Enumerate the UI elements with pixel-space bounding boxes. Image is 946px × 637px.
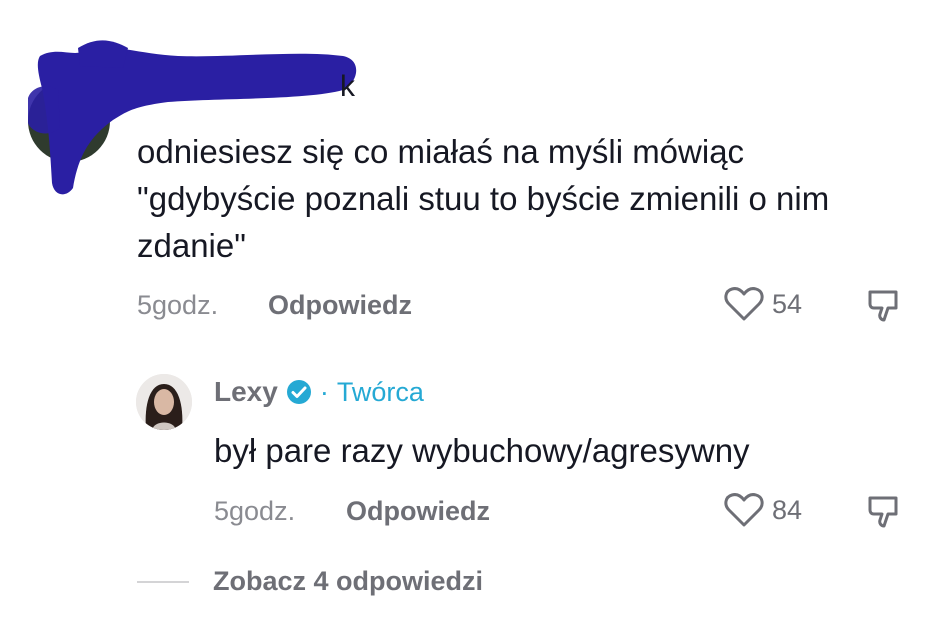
svg-text:k: k bbox=[340, 70, 356, 103]
reply-timestamp: 5godz. bbox=[214, 496, 296, 526]
comment-text: odniesiesz się co miałaś na myśli mówiąc… bbox=[137, 133, 830, 264]
reply-button[interactable]: Odpowiedz bbox=[268, 290, 412, 321]
reply-text: był pare razy wybuchowy/agresywny bbox=[214, 432, 750, 469]
creator-label: Twórca bbox=[336, 376, 424, 407]
view-replies-button[interactable]: Zobacz 4 odpowiedzi bbox=[137, 566, 483, 597]
verified-badge-icon bbox=[286, 380, 311, 404]
separator-dot: · bbox=[319, 376, 329, 407]
comment-timestamp: 5godz. bbox=[137, 290, 219, 320]
divider-line bbox=[137, 580, 189, 583]
avatar[interactable] bbox=[136, 374, 192, 430]
dislike-icon[interactable] bbox=[866, 286, 906, 326]
like-count: 54 bbox=[772, 288, 803, 319]
like-button[interactable]: 84 bbox=[724, 492, 802, 528]
like-count: 84 bbox=[772, 494, 803, 525]
reply-button[interactable]: Odpowiedz bbox=[346, 496, 490, 527]
heart-icon bbox=[724, 287, 764, 321]
reply-author-row: Lexy · Twórca bbox=[214, 376, 424, 408]
view-replies-label: Zobacz 4 odpowiedzi bbox=[213, 566, 484, 596]
author-name[interactable]: Lexy bbox=[214, 376, 278, 408]
like-button[interactable]: 54 bbox=[724, 286, 802, 322]
heart-icon bbox=[724, 493, 764, 527]
avatar-image bbox=[136, 374, 192, 430]
dislike-icon[interactable] bbox=[866, 492, 906, 532]
